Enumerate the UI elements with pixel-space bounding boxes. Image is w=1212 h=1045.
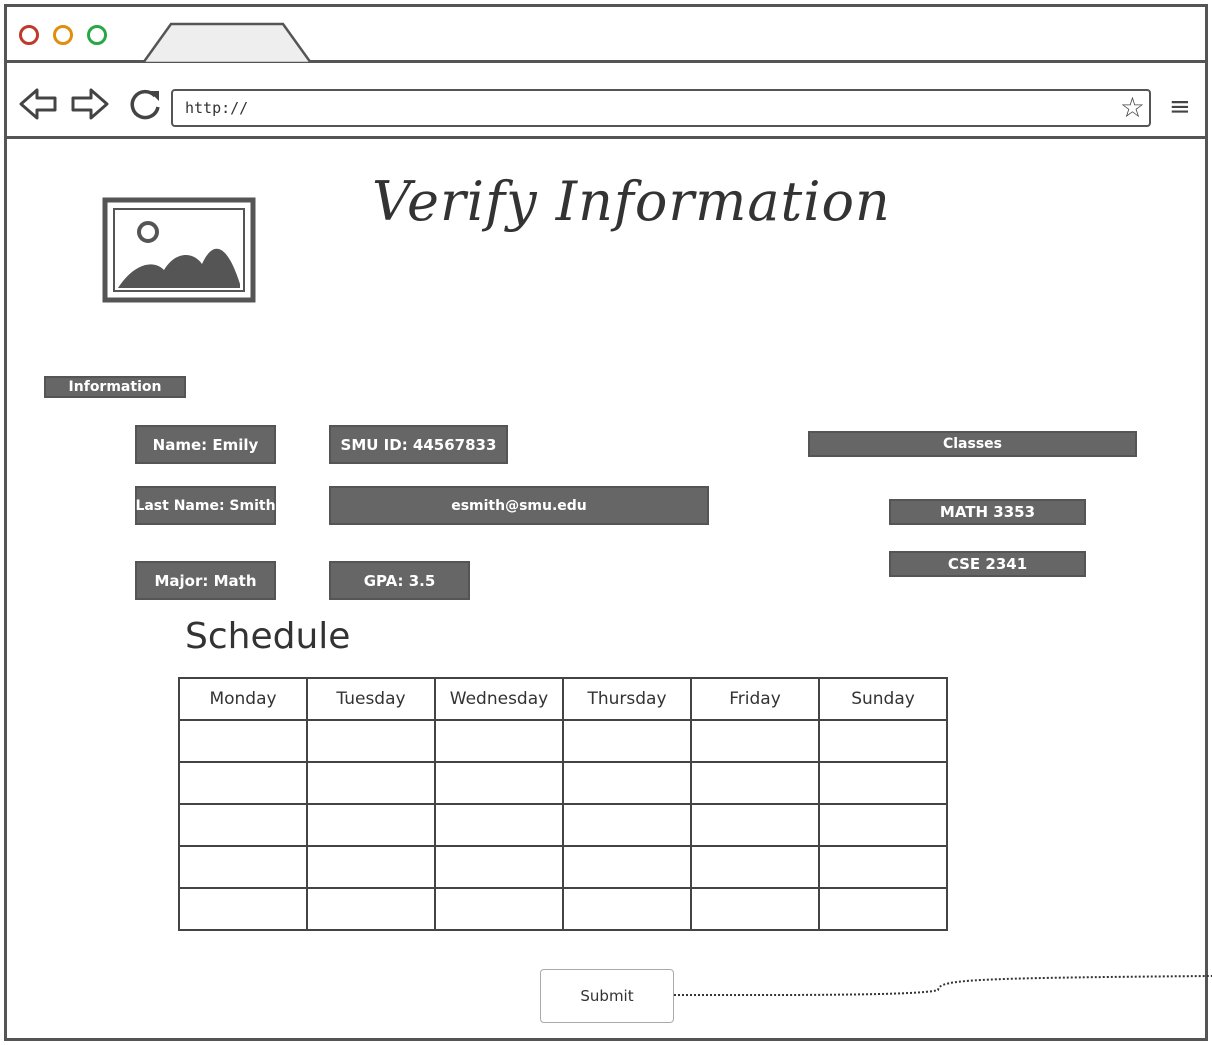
information-section-label: Information bbox=[44, 376, 186, 398]
schedule-row bbox=[178, 719, 948, 763]
reload-icon[interactable] bbox=[125, 87, 165, 121]
hamburger-menu-icon[interactable]: ≡ bbox=[1169, 94, 1191, 120]
smu-id-field: SMU ID: 44567833 bbox=[329, 425, 508, 464]
schedule-cell[interactable] bbox=[690, 761, 820, 805]
day-header-thursday: Thursday bbox=[562, 677, 692, 721]
schedule-cell[interactable] bbox=[562, 845, 692, 889]
last-name-field: Last Name: Smith bbox=[135, 486, 276, 525]
schedule-title: Schedule bbox=[185, 616, 351, 657]
schedule-cell[interactable] bbox=[818, 761, 948, 805]
schedule-cell[interactable] bbox=[434, 887, 564, 931]
schedule-cell[interactable] bbox=[562, 803, 692, 847]
browser-navbar: http:// ☆ ≡ bbox=[7, 63, 1205, 139]
day-header-sunday: Sunday bbox=[818, 677, 948, 721]
schedule-cell[interactable] bbox=[818, 803, 948, 847]
link-connector-line bbox=[633, 975, 1212, 997]
schedule-cell[interactable] bbox=[818, 719, 948, 763]
browser-tab[interactable] bbox=[143, 21, 311, 63]
schedule-cell[interactable] bbox=[434, 845, 564, 889]
schedule-cell[interactable] bbox=[434, 803, 564, 847]
class-item: CSE 2341 bbox=[889, 551, 1086, 577]
email-field: esmith@smu.edu bbox=[329, 486, 709, 525]
first-name-field: Name: Emily bbox=[135, 425, 276, 464]
page-title: Verify Information bbox=[372, 170, 891, 233]
schedule-cell[interactable] bbox=[306, 719, 436, 763]
schedule-cell[interactable] bbox=[562, 719, 692, 763]
day-header-tuesday: Tuesday bbox=[306, 677, 436, 721]
schedule-cell[interactable] bbox=[690, 887, 820, 931]
url-bar[interactable]: http:// ☆ bbox=[171, 89, 1151, 127]
schedule-cell[interactable] bbox=[562, 887, 692, 931]
schedule-cell[interactable] bbox=[178, 803, 308, 847]
schedule-cell[interactable] bbox=[434, 761, 564, 805]
schedule-cell[interactable] bbox=[178, 845, 308, 889]
schedule-cell[interactable] bbox=[690, 719, 820, 763]
schedule-row bbox=[178, 803, 948, 847]
day-header-friday: Friday bbox=[690, 677, 820, 721]
schedule-cell[interactable] bbox=[690, 803, 820, 847]
schedule-cell[interactable] bbox=[690, 845, 820, 889]
schedule-cell[interactable] bbox=[178, 719, 308, 763]
star-icon[interactable]: ☆ bbox=[1120, 93, 1145, 123]
schedule-cell[interactable] bbox=[818, 887, 948, 931]
gpa-field: GPA: 3.5 bbox=[329, 561, 470, 600]
browser-titlebar bbox=[7, 7, 1205, 63]
schedule-cell[interactable] bbox=[306, 887, 436, 931]
arrow-right-icon[interactable] bbox=[69, 87, 109, 121]
submit-button[interactable]: Submit bbox=[540, 969, 674, 1023]
arrow-left-icon[interactable] bbox=[19, 87, 59, 121]
day-header-wednesday: Wednesday bbox=[434, 677, 564, 721]
maximize-window-button[interactable] bbox=[87, 25, 107, 45]
schedule-header-row: Monday Tuesday Wednesday Thursday Friday… bbox=[178, 677, 948, 721]
url-text[interactable]: http:// bbox=[185, 99, 248, 117]
major-field: Major: Math bbox=[135, 561, 276, 600]
class-item: MATH 3353 bbox=[889, 499, 1086, 525]
classes-header: Classes bbox=[808, 431, 1137, 457]
image-placeholder-icon bbox=[102, 197, 256, 303]
schedule-cell[interactable] bbox=[306, 803, 436, 847]
day-header-monday: Monday bbox=[178, 677, 308, 721]
minimize-window-button[interactable] bbox=[53, 25, 73, 45]
schedule-cell[interactable] bbox=[562, 761, 692, 805]
schedule-cell[interactable] bbox=[306, 761, 436, 805]
schedule-cell[interactable] bbox=[306, 845, 436, 889]
schedule-row bbox=[178, 845, 948, 889]
schedule-cell[interactable] bbox=[178, 761, 308, 805]
schedule-row bbox=[178, 887, 948, 931]
schedule-cell[interactable] bbox=[818, 845, 948, 889]
schedule-row bbox=[178, 761, 948, 805]
close-window-button[interactable] bbox=[19, 25, 39, 45]
schedule-cell[interactable] bbox=[434, 719, 564, 763]
schedule-cell[interactable] bbox=[178, 887, 308, 931]
schedule-table: Monday Tuesday Wednesday Thursday Friday… bbox=[178, 677, 948, 931]
